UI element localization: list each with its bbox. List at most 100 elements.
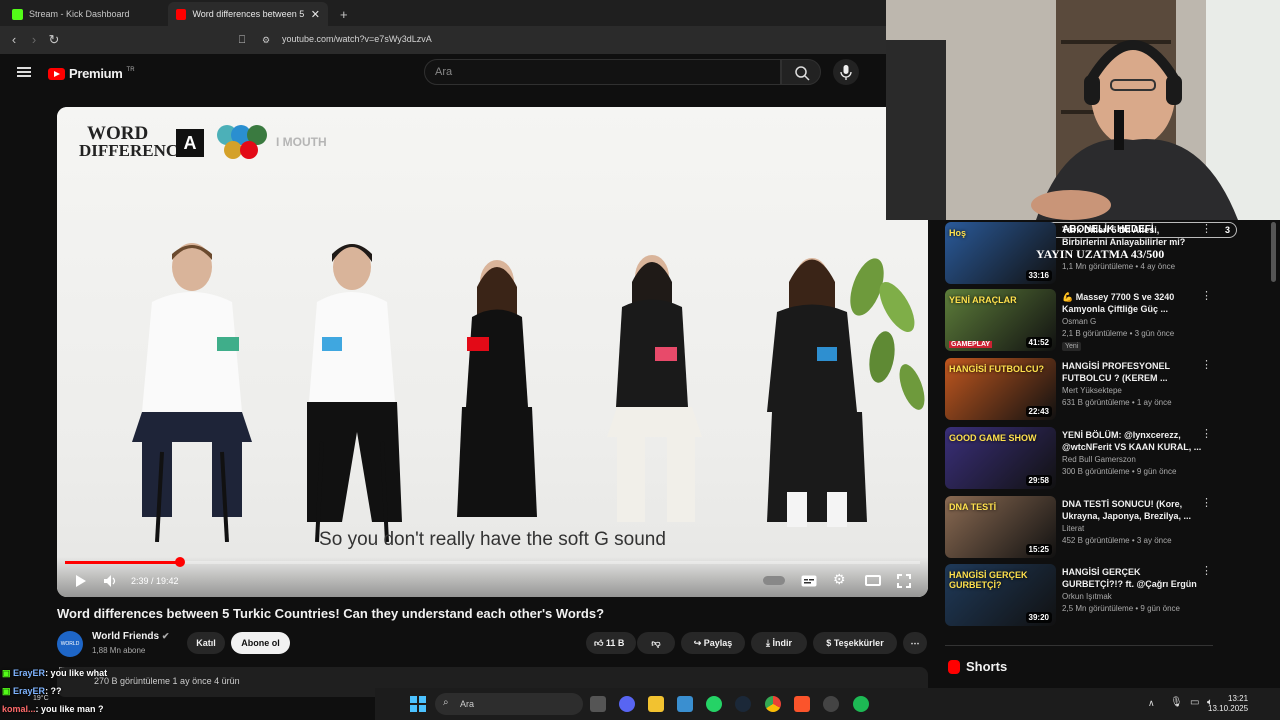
chat-text: : you like what (45, 668, 108, 678)
more-options-icon[interactable]: ⋮ (1201, 224, 1212, 235)
chat-badge-icon: ▣ (2, 668, 11, 678)
recommendation-channel[interactable]: Literat (1062, 524, 1084, 533)
more-options-icon[interactable]: ⋮ (1201, 429, 1212, 440)
like-count: 11 B (605, 638, 625, 648)
recommendation-thumbnail[interactable]: YENİ ARAÇLAR GAMEPLAY 41:52 (945, 289, 1056, 351)
video-duration: 39:20 (1025, 612, 1052, 623)
recommendation-thumbnail[interactable]: DNA TESTİ 15:25 (945, 496, 1056, 558)
video-duration: 29:58 (1025, 475, 1052, 486)
verified-icon: ✔ (161, 631, 170, 641)
fullscreen-icon[interactable] (897, 574, 911, 588)
more-actions-button[interactable]: ⋯ (903, 632, 927, 654)
more-options-icon[interactable]: ⋮ (1201, 291, 1212, 302)
tab-kick-dashboard[interactable]: Stream - Kick Dashboard (4, 2, 166, 26)
reload-icon[interactable]: ↻ (46, 32, 62, 48)
thumbnail-text-2: GAMEPLAY (949, 341, 993, 348)
like-button[interactable]: 👍︎ 11 B (586, 632, 636, 654)
download-button[interactable]: ⤓ İndir (751, 632, 807, 654)
recommendation-item[interactable]: GOOD GAME SHOW 29:58 YENİ BÖLÜM: @lynxce… (945, 427, 1225, 491)
mic-tray-icon[interactable]: 🎙︎ (1170, 697, 1183, 708)
tab-youtube-video[interactable]: Word differences between 5 Turk ✕ (168, 2, 328, 26)
progress-bar[interactable] (65, 557, 920, 567)
subscribe-button[interactable]: Abone ol (231, 632, 290, 654)
whatsapp-icon[interactable] (706, 696, 722, 712)
recommendation-title[interactable]: HANGİSİ GERÇEK GURBETÇİ?!? ft. @Çağrı Er… (1062, 566, 1202, 590)
thumbs-up-icon: 👍︎ (594, 638, 604, 648)
channel-avatar[interactable]: WORLD FRIENDS (57, 631, 83, 673)
person-1 (132, 243, 252, 542)
channel-name[interactable]: World Friends ✔ (92, 631, 169, 642)
more-options-icon[interactable]: ⋮ (1201, 498, 1212, 509)
country-flags-icon (217, 125, 267, 159)
new-tab-button[interactable]: + (332, 2, 356, 26)
recommendation-channel[interactable]: Red Bull Gamerszon (1062, 455, 1136, 464)
recommendation-thumbnail[interactable]: GOOD GAME SHOW 29:58 (945, 427, 1056, 489)
thumbnail-text: YENİ ARAÇLAR (949, 295, 1017, 305)
person-4 (607, 255, 702, 522)
site-info-icon[interactable]: ⚙ (258, 32, 274, 48)
discord-icon[interactable] (619, 696, 635, 712)
settings-gear-icon[interactable]: ⚙ (833, 571, 846, 588)
windows-start-icon[interactable] (410, 696, 426, 712)
hamburger-menu-icon[interactable] (17, 67, 31, 77)
recommendation-channel[interactable]: Orkun Işıtmak (1062, 592, 1112, 601)
recommendation-item[interactable]: DNA TESTİ 15:25 DNA TESTİ SONUCU! (Kore,… (945, 496, 1225, 560)
person-3 (457, 260, 537, 517)
close-tab-icon[interactable]: ✕ (311, 8, 320, 21)
subscriber-count: 1,88 Mn abone (92, 646, 146, 655)
forward-arrow-icon[interactable]: › (26, 32, 42, 48)
task-view-icon[interactable] (590, 696, 606, 712)
taskbar-clock[interactable]: 13:21 13.10.2025 (1208, 694, 1248, 714)
youtube-premium-logo[interactable]: Premium TR (48, 66, 135, 81)
thumbnail-text: HANGİSİ FUTBOLCU? (949, 364, 1044, 374)
recommendation-channel[interactable]: Osman G (1062, 317, 1096, 326)
steam-icon[interactable] (735, 696, 751, 712)
recommendation-thumbnail[interactable]: HANGİSİ GERÇEK GURBETÇİ? 39:20 (945, 564, 1056, 626)
back-arrow-icon[interactable]: ‹ (6, 32, 22, 48)
bookmark-icon[interactable]: ⎕ (234, 32, 250, 48)
play-icon[interactable] (73, 574, 87, 588)
recommendation-channel[interactable]: Mert Yüksektepe (1062, 386, 1122, 395)
taskbar-search-icon: ⌕ (443, 697, 449, 708)
autoplay-toggle[interactable] (763, 576, 785, 585)
recommendation-item[interactable]: HANGİSİ GERÇEK GURBETÇİ? 39:20 HANGİSİ G… (945, 564, 1225, 628)
file-explorer-icon[interactable] (648, 696, 664, 712)
search-icon (795, 66, 810, 81)
search-button[interactable] (781, 59, 821, 85)
brand-letter-icon: A (176, 129, 204, 157)
volume-icon[interactable] (103, 574, 119, 588)
network-icon[interactable]: ▭ (1190, 697, 1199, 708)
sidebar-scrollbar[interactable] (1271, 222, 1276, 282)
url-field[interactable]: youtube.com/watch?v=e7sWy3dLzvA (282, 34, 432, 44)
recommendation-title[interactable]: YENİ BÖLÜM: @lynxcerezz, @wtcNFerit VS K… (1062, 429, 1202, 453)
recommendation-item[interactable]: YENİ ARAÇLAR GAMEPLAY 41:52 💪 Massey 770… (945, 289, 1225, 353)
recommendation-title[interactable]: DNA TESTİ SONUCU! (Kore, Ukrayna, Japony… (1062, 498, 1202, 522)
more-options-icon[interactable]: ⋮ (1201, 360, 1212, 371)
microphone-icon (840, 65, 852, 80)
person-2 (307, 244, 402, 542)
recommendation-item[interactable]: HANGİSİ FUTBOLCU? 22:43 HANGİSİ PROFESYO… (945, 358, 1225, 422)
more-options-icon[interactable]: ⋮ (1201, 566, 1212, 577)
recommendation-title[interactable]: 💪 Massey 7700 S ve 3240 Kamyonla Çiftliğ… (1062, 291, 1202, 315)
taskbar-search-input[interactable]: Ara (435, 693, 583, 715)
shorts-section-header[interactable]: Shorts (948, 659, 1007, 674)
spotify-icon[interactable] (853, 696, 869, 712)
voice-search-button[interactable] (833, 59, 859, 85)
theater-mode-icon[interactable] (865, 575, 881, 586)
thanks-button[interactable]: $ Teşekkürler (813, 632, 897, 654)
system-tray-chevron-icon[interactable]: ∧ (1148, 698, 1155, 709)
weather-widget[interactable]: 19°C (33, 695, 49, 702)
brave-browser-icon[interactable] (794, 696, 810, 712)
video-player[interactable]: WORD DIFFERENCES A I MOUTH So you don't … (57, 107, 928, 597)
search-input[interactable]: Ara (424, 59, 781, 85)
app-icon[interactable] (823, 696, 839, 712)
recommendation-thumbnail[interactable]: HANGİSİ FUTBOLCU? 22:43 (945, 358, 1056, 420)
microsoft-store-icon[interactable] (677, 696, 693, 712)
subtitles-icon[interactable] (801, 575, 817, 587)
recommendation-title[interactable]: HANGİSİ PROFESYONEL FUTBOLCU ? (KEREM ..… (1062, 360, 1202, 384)
address-bar-row: ‹ › ↻ ⎕ ⚙ youtube.com/watch?v=e7sWy3dLzv… (0, 26, 886, 54)
share-button[interactable]: ↪ Paylaş (681, 632, 745, 654)
chrome-icon[interactable] (765, 696, 781, 712)
join-button[interactable]: Katıl (187, 632, 225, 654)
dislike-button[interactable]: 👎︎ (637, 632, 675, 654)
